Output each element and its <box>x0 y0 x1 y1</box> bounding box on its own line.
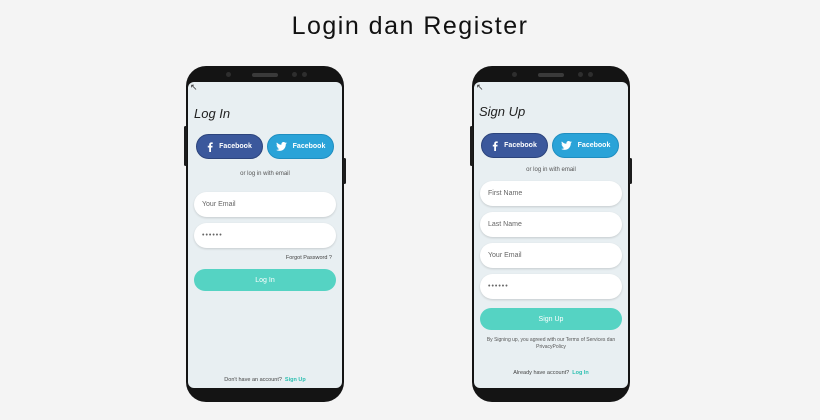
email-signup-hint: or log in with email <box>526 167 576 173</box>
email-login-hint: or log in with email <box>240 171 290 177</box>
phone-side-button <box>343 158 346 184</box>
footer-text: Don't have an account? <box>224 377 282 383</box>
terms-text: By Signing up, you agreed with our Terms… <box>486 337 616 350</box>
phone-login: ↖ Log In Facebook Facebook or log in wit… <box>184 66 346 402</box>
page-title: Login dan Register <box>291 12 529 40</box>
password-input[interactable]: •••••• <box>480 274 622 299</box>
signup-link[interactable]: Sign Up <box>285 377 306 383</box>
signup-title: Sign Up <box>479 104 526 119</box>
phone-speaker <box>538 73 564 77</box>
login-screen: ↖ Log In Facebook Facebook or log in wit… <box>188 82 342 388</box>
password-input[interactable]: •••••• <box>194 223 336 248</box>
phone-camera <box>226 72 231 77</box>
facebook-label: Facebook <box>219 143 252 150</box>
signup-button[interactable]: Sign Up <box>480 308 622 330</box>
back-arrow-icon[interactable]: ↖ <box>476 83 484 92</box>
facebook-icon <box>492 140 498 151</box>
phone-sensor <box>588 72 593 77</box>
login-link[interactable]: Log In <box>572 370 589 376</box>
signup-screen: ↖ Sign Up Facebook Facebook or log in wi… <box>474 82 628 388</box>
phone-speaker <box>252 73 278 77</box>
phone-camera <box>512 72 517 77</box>
forgot-password-link[interactable]: Forgot Password ? <box>286 255 332 261</box>
twitter-label: Facebook <box>292 143 326 150</box>
phone-side-button <box>184 126 187 166</box>
login-button[interactable]: Log In <box>194 269 336 291</box>
phone-sensor <box>302 72 307 77</box>
login-footer: Don't have an account? Sign Up <box>188 377 342 383</box>
twitter-login-button[interactable]: Facebook <box>267 134 334 159</box>
twitter-icon <box>275 142 287 151</box>
twitter-signup-button[interactable]: Facebook <box>552 133 619 158</box>
back-arrow-icon[interactable]: ↖ <box>190 83 198 92</box>
login-title: Log In <box>194 106 231 121</box>
facebook-signup-button[interactable]: Facebook <box>481 133 548 158</box>
facebook-login-button[interactable]: Facebook <box>196 134 263 159</box>
phone-sensor <box>292 72 297 77</box>
facebook-label: Facebook <box>504 142 537 149</box>
email-input[interactable]: Your Email <box>194 192 336 217</box>
signup-footer: Already have account? Log In <box>474 370 628 376</box>
phone-side-button <box>629 158 632 184</box>
last-name-input[interactable]: Last Name <box>480 212 622 237</box>
phone-signup: ↖ Sign Up Facebook Facebook or log in wi… <box>470 66 632 402</box>
phone-sensor <box>578 72 583 77</box>
email-input[interactable]: Your Email <box>480 243 622 268</box>
phone-side-button <box>470 126 473 166</box>
twitter-label: Facebook <box>577 142 611 149</box>
twitter-icon <box>560 141 572 150</box>
first-name-input[interactable]: First Name <box>480 181 622 206</box>
facebook-icon <box>207 141 213 152</box>
footer-text: Already have account? <box>513 370 570 376</box>
